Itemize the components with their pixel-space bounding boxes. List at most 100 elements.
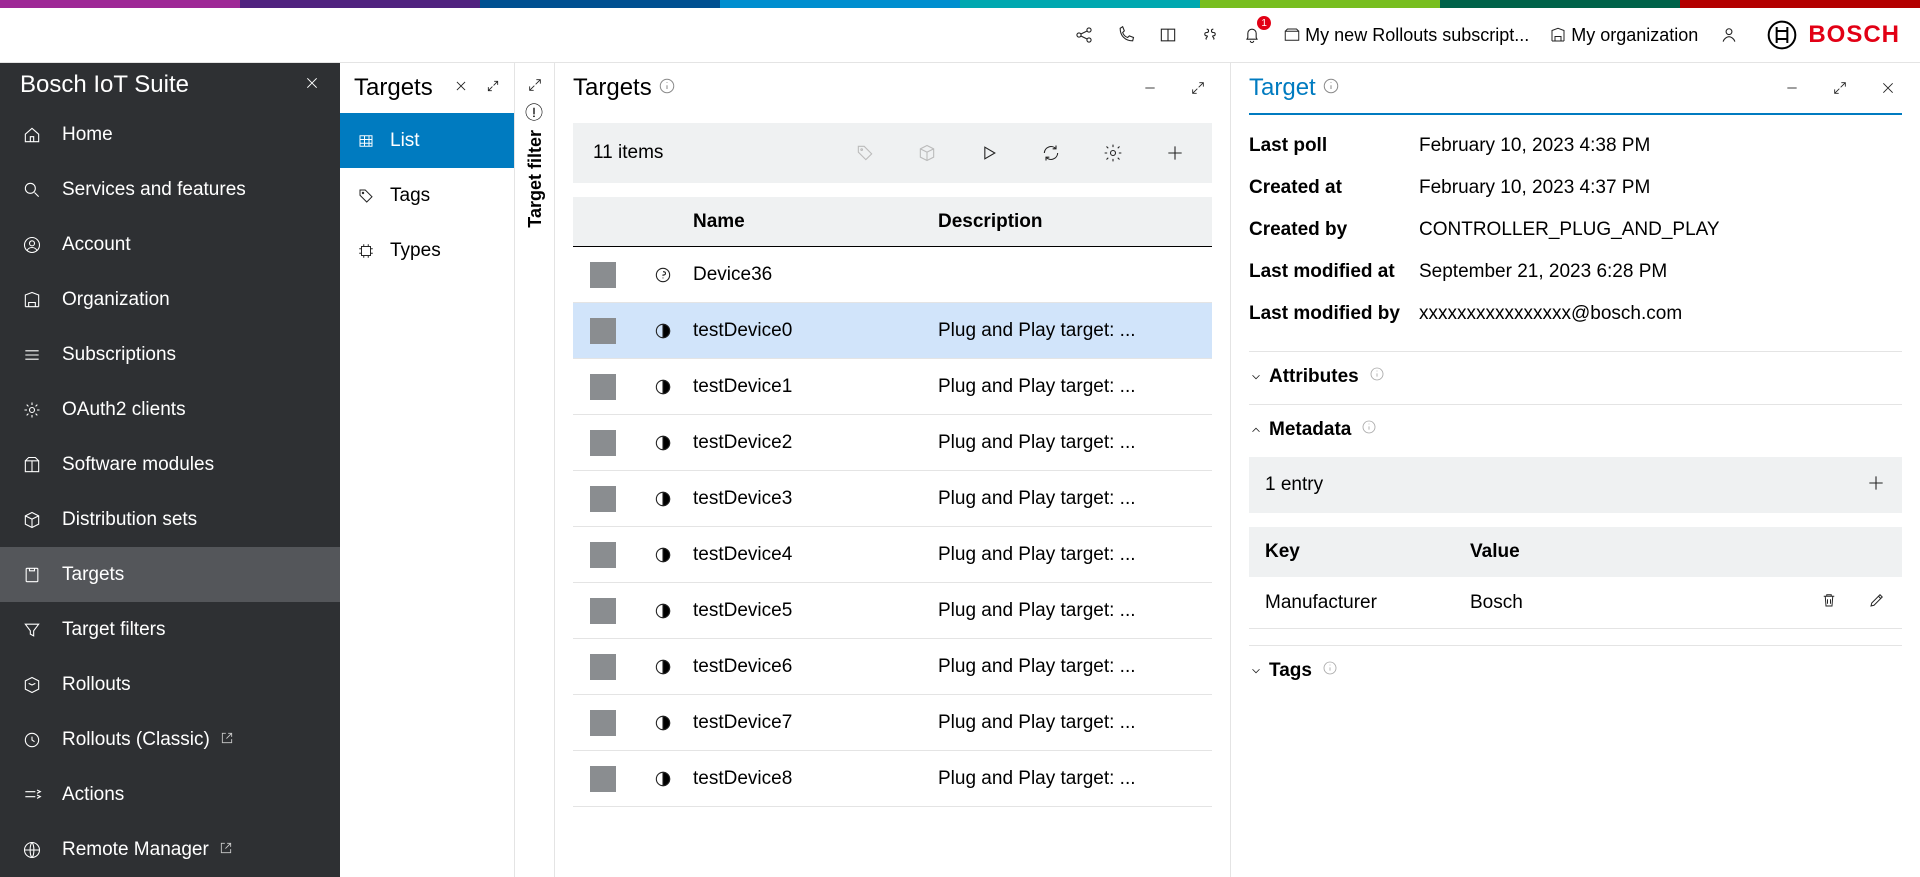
row-name: Device36	[693, 264, 938, 286]
sidebar-item-label: Actions	[62, 784, 124, 806]
organization-link[interactable]: My organization	[1549, 25, 1698, 46]
subscription-link[interactable]: My new Rollouts subscript...	[1283, 25, 1529, 46]
sidebar-item-remote-manager[interactable]: Remote Manager	[0, 822, 340, 877]
row-description: Plug and Play target: ...	[938, 488, 1212, 510]
row-name: testDevice1	[693, 376, 938, 398]
sidebar-title: Bosch IoT Suite	[20, 71, 304, 99]
table-row[interactable]: testDevice1Plug and Play target: ...	[573, 359, 1212, 415]
table-row[interactable]: testDevice0Plug and Play target: ...	[573, 303, 1212, 359]
row-description: Plug and Play target: ...	[938, 656, 1212, 678]
info-icon[interactable]	[1369, 366, 1391, 388]
table-row[interactable]: testDevice4Plug and Play target: ...	[573, 527, 1212, 583]
user-icon[interactable]	[1714, 20, 1744, 50]
row-description: Plug and Play target: ...	[938, 768, 1212, 790]
metadata-row: ManufacturerBosch	[1249, 577, 1902, 629]
external-link-icon	[219, 839, 233, 861]
subscription-label: My new Rollouts subscript...	[1305, 25, 1529, 46]
attributes-section-toggle[interactable]: Attributes	[1249, 366, 1902, 388]
play-icon[interactable]	[972, 136, 1006, 170]
row-name: testDevice4	[693, 544, 938, 566]
sidebar-item-distribution-sets[interactable]: Distribution sets	[0, 492, 340, 547]
targets-nav-item-tags[interactable]: Tags	[340, 168, 514, 223]
targets-nav-item-list[interactable]: List	[340, 113, 514, 168]
sidebar-item-software-modules[interactable]: Software modules	[0, 437, 340, 492]
sidebar-item-target-filters[interactable]: Target filters	[0, 602, 340, 657]
close-icon[interactable]	[454, 79, 468, 98]
tags-section-toggle[interactable]: Tags	[1249, 660, 1902, 682]
info-icon[interactable]	[1322, 77, 1340, 100]
box-icon	[20, 508, 44, 532]
targets-toolbar: 11 items	[573, 123, 1212, 183]
sidebar-item-services-and-features[interactable]: Services and features	[0, 162, 340, 217]
notification-badge: 1	[1257, 16, 1271, 30]
row-checkbox[interactable]	[590, 374, 616, 400]
row-description: Plug and Play target: ...	[938, 600, 1212, 622]
panel-title: Targets	[573, 74, 652, 102]
row-name: testDevice6	[693, 656, 938, 678]
table-row[interactable]: Device36	[573, 247, 1212, 303]
organization-label: My organization	[1571, 25, 1698, 46]
targets-nav-label: Types	[390, 240, 441, 262]
sidebar-item-subscriptions[interactable]: Subscriptions	[0, 327, 340, 382]
notifications-icon[interactable]: 1	[1237, 20, 1267, 50]
row-checkbox[interactable]	[590, 766, 616, 792]
targets-nav-item-types[interactable]: Types	[340, 223, 514, 278]
delete-icon[interactable]	[1820, 591, 1838, 615]
metadata-section-toggle[interactable]: Metadata	[1249, 419, 1902, 441]
table-row[interactable]: testDevice2Plug and Play target: ...	[573, 415, 1212, 471]
col-description[interactable]: Description	[938, 211, 1212, 233]
sidebar-item-rollouts-classic-[interactable]: Rollouts (Classic)	[0, 712, 340, 767]
sidebar-item-label: Account	[62, 234, 131, 256]
building-icon	[20, 288, 44, 312]
info-icon[interactable]	[658, 77, 676, 100]
col-name[interactable]: Name	[693, 211, 938, 233]
table-row[interactable]: testDevice6Plug and Play target: ...	[573, 639, 1212, 695]
row-checkbox[interactable]	[590, 430, 616, 456]
edit-icon[interactable]	[1868, 591, 1886, 615]
table-row[interactable]: testDevice5Plug and Play target: ...	[573, 583, 1212, 639]
brand-text: BOSCH	[1808, 21, 1900, 49]
sidebar-item-actions[interactable]: Actions	[0, 767, 340, 822]
sidebar-item-account[interactable]: Account	[0, 217, 340, 272]
target-filter-bar[interactable]: Target filter ⓘ	[515, 63, 555, 877]
row-checkbox[interactable]	[590, 542, 616, 568]
row-checkbox[interactable]	[590, 710, 616, 736]
expand-icon[interactable]	[486, 79, 500, 98]
close-icon[interactable]	[304, 75, 320, 96]
targets-nav-label: List	[390, 130, 420, 152]
phone-icon[interactable]	[1111, 20, 1141, 50]
sidebar-item-targets[interactable]: Targets	[0, 547, 340, 602]
add-metadata-icon[interactable]	[1866, 473, 1886, 498]
add-icon[interactable]	[1158, 136, 1192, 170]
detail-field: Last modified byxxxxxxxxxxxxxxxx@bosch.c…	[1249, 293, 1902, 335]
detail-field: Last pollFebruary 10, 2023 4:38 PM	[1249, 125, 1902, 167]
sidebar-item-label: Home	[62, 124, 113, 146]
book-icon[interactable]	[1153, 20, 1183, 50]
info-icon[interactable]	[1322, 660, 1344, 682]
table-row[interactable]: testDevice7Plug and Play target: ...	[573, 695, 1212, 751]
table-row[interactable]: testDevice8Plug and Play target: ...	[573, 751, 1212, 807]
sidebar-item-home[interactable]: Home	[0, 107, 340, 162]
sidebar-item-oauth2-clients[interactable]: OAuth2 clients	[0, 382, 340, 437]
minimize-icon[interactable]	[1778, 74, 1806, 102]
expand-icon[interactable]	[1184, 74, 1212, 102]
close-icon[interactable]	[1874, 74, 1902, 102]
status-icon	[633, 713, 693, 733]
info-icon[interactable]	[1361, 419, 1383, 441]
row-checkbox[interactable]	[590, 654, 616, 680]
expand-icon[interactable]	[1826, 74, 1854, 102]
sidebar-item-rollouts[interactable]: Rollouts	[0, 657, 340, 712]
row-checkbox[interactable]	[590, 598, 616, 624]
minimize-icon[interactable]	[1136, 74, 1164, 102]
row-checkbox[interactable]	[590, 318, 616, 344]
legal-icon[interactable]	[1195, 20, 1225, 50]
sidebar-item-organization[interactable]: Organization	[0, 272, 340, 327]
user-circle-icon	[20, 233, 44, 257]
share-icon[interactable]	[1069, 20, 1099, 50]
row-checkbox[interactable]	[590, 486, 616, 512]
table-row[interactable]: testDevice3Plug and Play target: ...	[573, 471, 1212, 527]
row-checkbox[interactable]	[590, 262, 616, 288]
refresh-icon[interactable]	[1034, 136, 1068, 170]
settings-icon[interactable]	[1096, 136, 1130, 170]
filter-icon	[20, 618, 44, 642]
